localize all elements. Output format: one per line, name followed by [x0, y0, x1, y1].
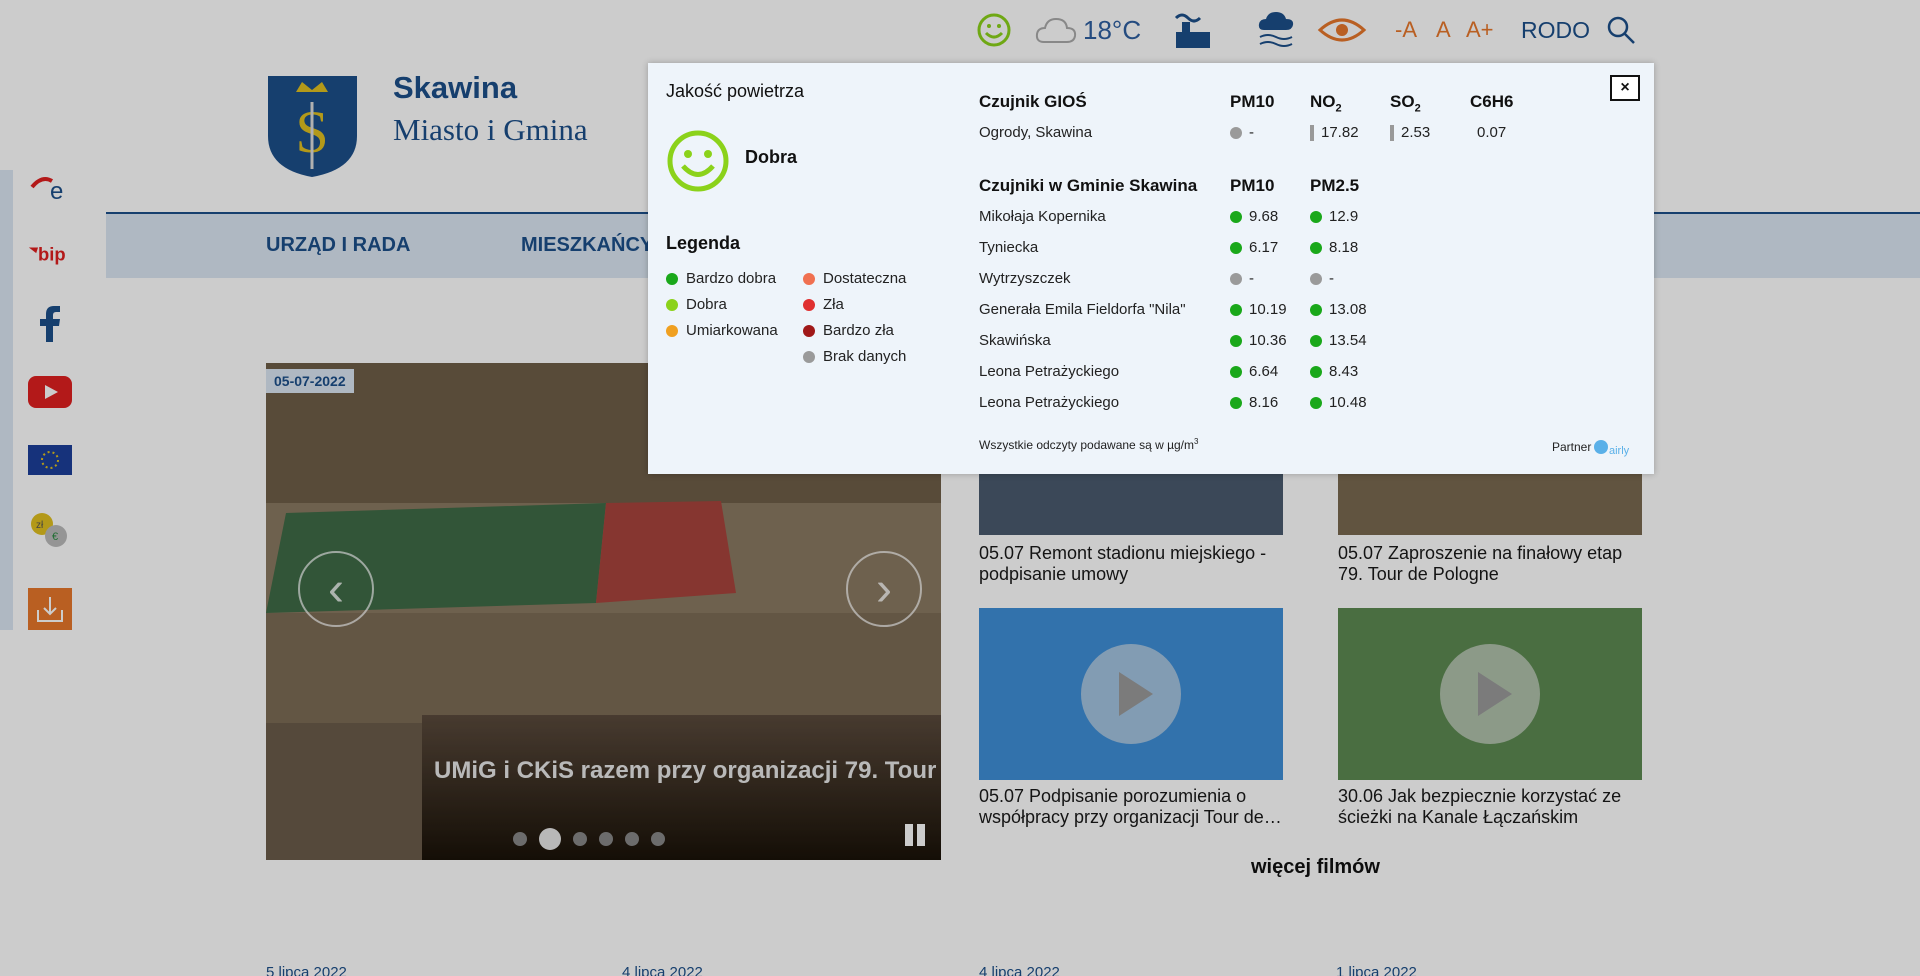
status-dot-icon [1230, 210, 1242, 223]
gios-header: Czujnik GIOŚ [979, 92, 1087, 111]
sensor-pm25-value: 13.54 [1310, 332, 1367, 349]
sensor-pm10-value: 10.19 [1230, 301, 1287, 318]
col-pm25: PM2.5 [1310, 176, 1360, 195]
station-name: Ogrody, Skawina [979, 124, 1093, 141]
col-so2: SO2 [1390, 92, 1421, 115]
gios-c6h6-value: 0.07 [1477, 124, 1507, 141]
partner-link[interactable]: Partner airly [1552, 437, 1633, 457]
partner-logo-icon: airly [1594, 440, 1630, 457]
sensor-name: Leona Petrażyckiego [979, 363, 1120, 380]
sensor-pm10-value: 10.36 [1230, 332, 1287, 349]
status-dot-icon [1310, 272, 1322, 285]
sensor-name: Mikołaja Kopernika [979, 208, 1106, 225]
legend-item: Brak danych [803, 348, 906, 365]
status-dot-icon [1310, 396, 1322, 409]
sensor-name: Wytrzyszczek [979, 270, 1071, 287]
sensor-pm25-value: - [1310, 270, 1334, 287]
close-button[interactable]: × [1610, 75, 1640, 101]
status-dot-icon [1310, 334, 1322, 347]
legend-dot-icon [803, 350, 815, 363]
air-quality-smiley-icon [666, 129, 730, 198]
status-dot-icon [1230, 241, 1242, 254]
air-quality-status: Dobra [745, 147, 798, 167]
sensor-pm10-value: 9.68 [1230, 208, 1278, 225]
legend-dot-icon [803, 272, 815, 285]
legend-item: Zła [803, 296, 844, 313]
status-dot-icon [1310, 365, 1322, 378]
sensor-pm10-value: 6.64 [1230, 363, 1278, 380]
legend-item: Dostateczna [803, 270, 906, 287]
sensor-pm10-value: 6.17 [1230, 239, 1278, 256]
status-dot-icon [1230, 272, 1242, 285]
units-footnote: Wszystkie odczyty podawane są w µg/m3 [979, 437, 1199, 452]
level-bar-icon [1310, 124, 1314, 141]
air-quality-popup: × Jakość powietrza Dobra Legenda Bardzo … [648, 63, 1654, 474]
status-dot-icon [1230, 334, 1242, 347]
status-dot-icon [1310, 303, 1322, 316]
svg-text:airly: airly [1609, 445, 1630, 457]
sensor-pm25-value: 8.18 [1310, 239, 1358, 256]
status-dot-icon [1310, 210, 1322, 223]
sensor-pm25-value: 10.48 [1310, 394, 1367, 411]
sensor-pm25-value: 8.43 [1310, 363, 1358, 380]
col-no2: NO2 [1310, 92, 1342, 115]
status-dot-icon [1230, 365, 1242, 378]
gios-pm10-value: - [1230, 124, 1254, 141]
legend-dot-icon [803, 298, 815, 311]
status-dot-icon [1230, 303, 1242, 316]
sensor-name: Generała Emila Fieldorfa "Nila" [979, 301, 1186, 318]
sensor-name: Skawińska [979, 332, 1051, 349]
level-bar-icon [1390, 124, 1394, 141]
status-dot-icon [1230, 396, 1242, 409]
legend-dot-icon [666, 324, 678, 337]
gios-so2-value: 2.53 [1390, 124, 1430, 141]
sensor-name: Leona Petrażyckiego [979, 394, 1120, 411]
sensor-name: Tyniecka [979, 239, 1039, 256]
col-pm10: PM10 [1230, 176, 1275, 195]
status-dot-icon [1230, 126, 1242, 139]
legend-dot-icon [666, 298, 678, 311]
sensor-pm10-value: 8.16 [1230, 394, 1278, 411]
sensor-pm10-value: - [1230, 270, 1254, 287]
legend-item: Dobra [666, 296, 727, 313]
legend-dot-icon [666, 272, 678, 285]
legend-title: Legenda [666, 233, 741, 253]
legend-item: Umiarkowana [666, 322, 778, 339]
col-c6h6: C6H6 [1470, 92, 1514, 111]
popup-title: Jakość powietrza [666, 81, 805, 101]
legend-dot-icon [803, 324, 815, 337]
status-dot-icon [1310, 241, 1322, 254]
gmina-header: Czujniki w Gminie Skawina [979, 176, 1198, 195]
col-pm10: PM10 [1230, 92, 1275, 111]
gios-no2-value: 17.82 [1310, 124, 1359, 141]
legend-item: Bardzo zła [803, 322, 894, 339]
sensor-pm25-value: 12.9 [1310, 208, 1358, 225]
sensor-pm25-value: 13.08 [1310, 301, 1367, 318]
legend-item: Bardzo dobra [666, 270, 776, 287]
